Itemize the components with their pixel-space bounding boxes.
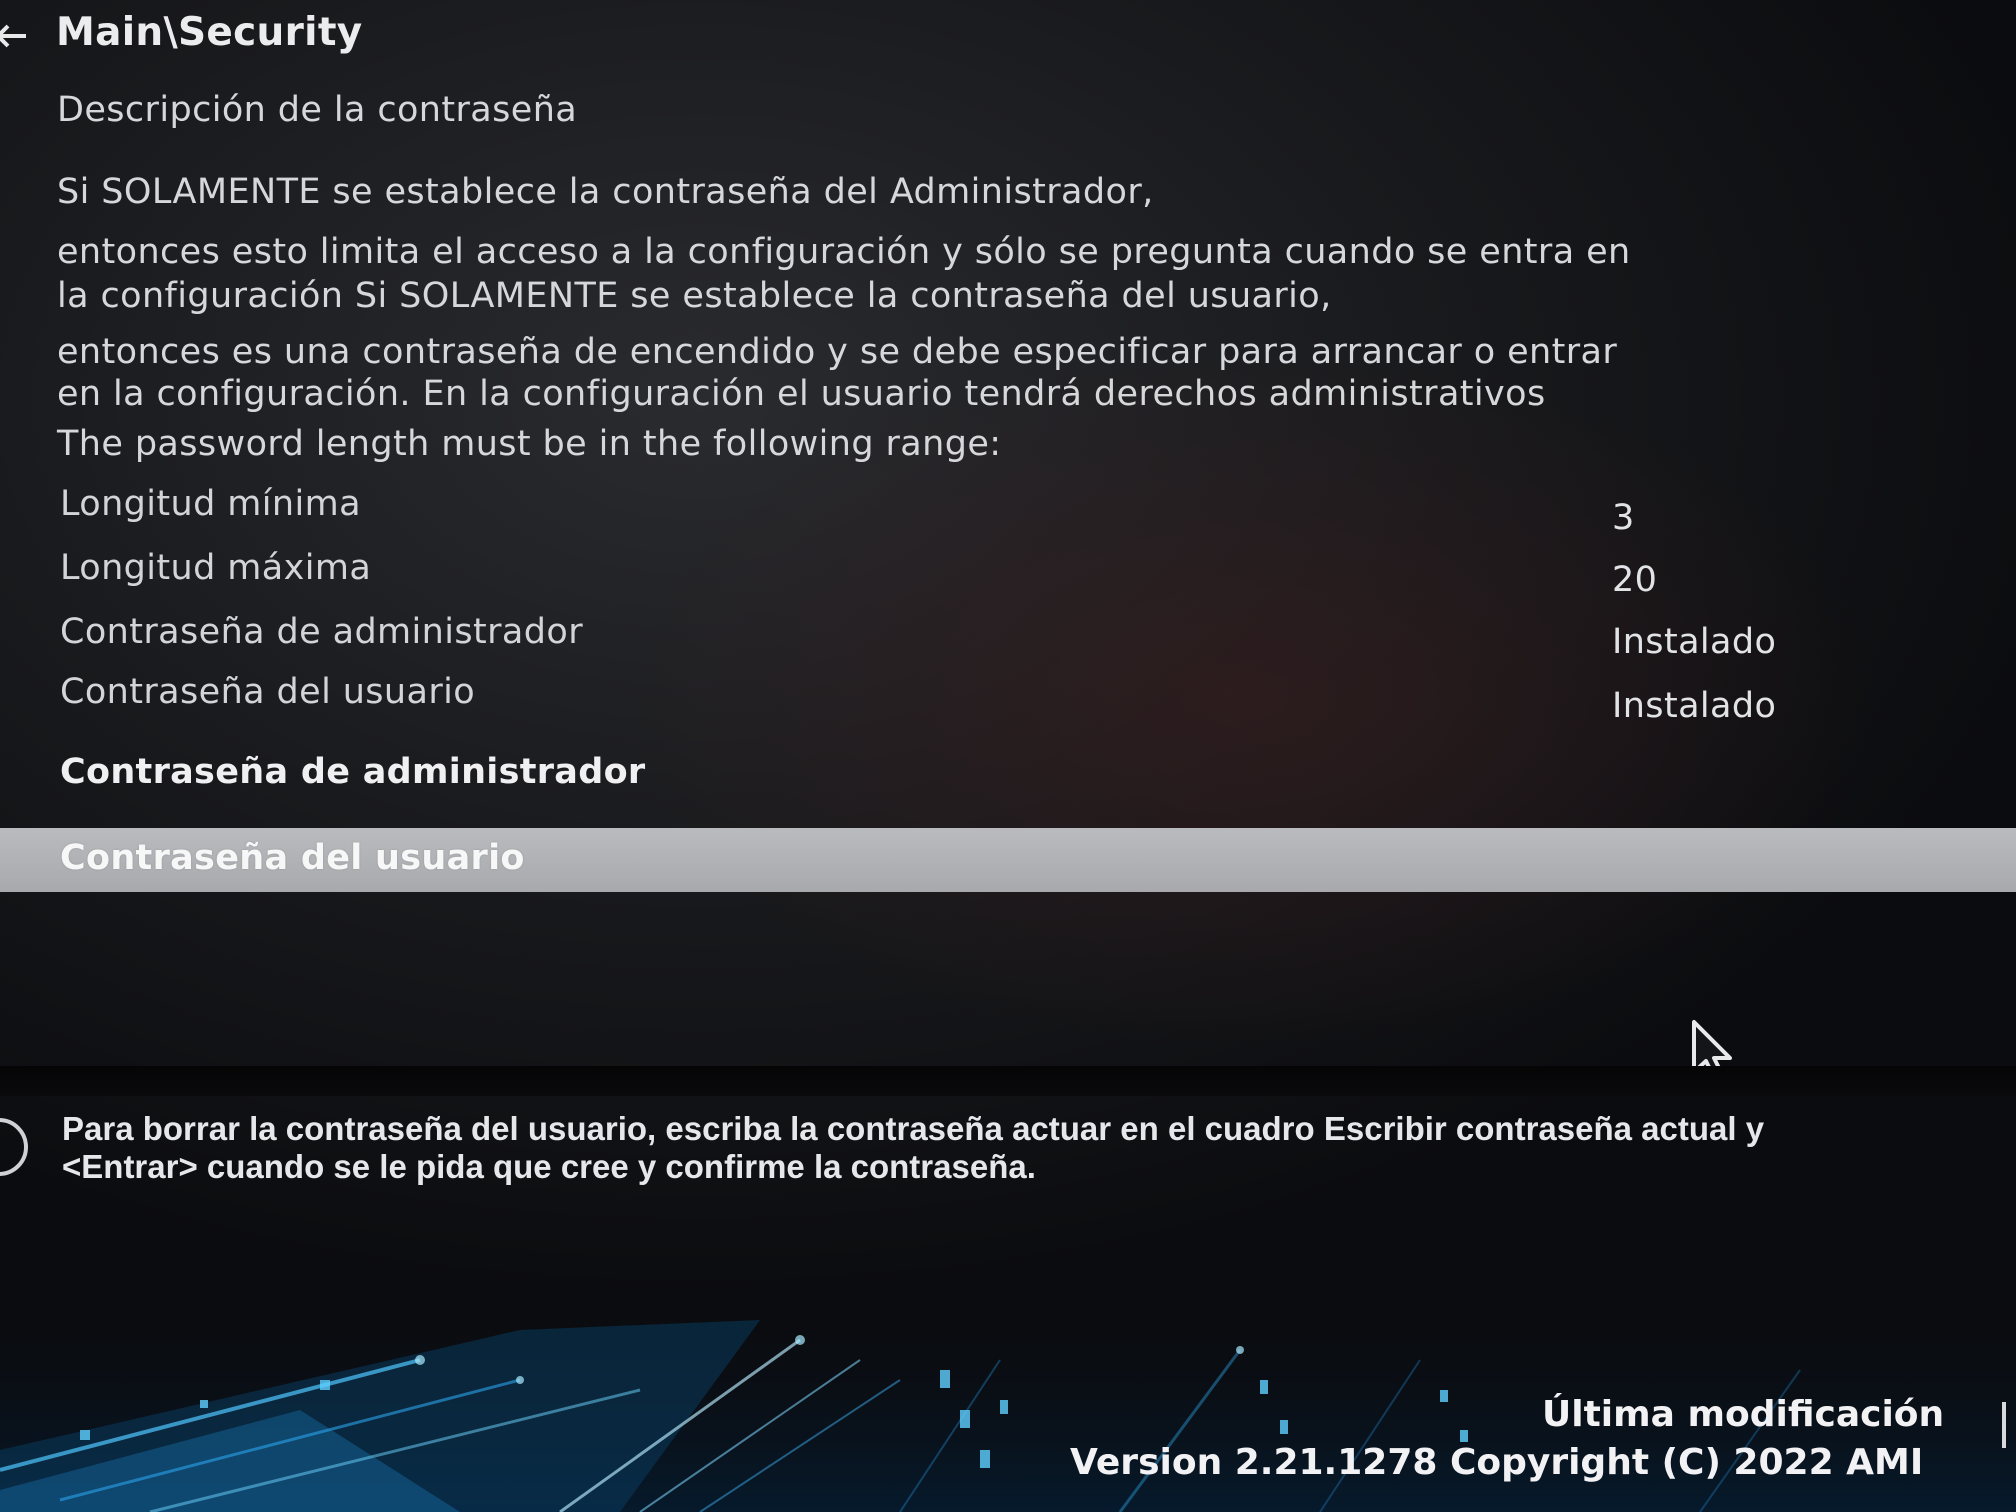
min-length-value: 3 (1612, 498, 1635, 538)
min-length-label: Longitud mínima (60, 484, 361, 524)
help-circle-icon (0, 1118, 28, 1176)
selected-menu-row[interactable]: Contraseña del usuario (0, 828, 2016, 892)
back-arrow-icon[interactable] (0, 18, 30, 54)
description-heading: Descripción de la contraseña (57, 90, 578, 130)
last-modified-label[interactable]: Última modificación (1542, 1394, 1944, 1435)
max-length-label: Longitud máxima (60, 548, 372, 588)
help-text-line: <Entrar> cuando se le pida que cree y co… (62, 1148, 1036, 1185)
help-divider (0, 1066, 2016, 1096)
admin-password-status-label: Contraseña de administrador (60, 612, 583, 652)
admin-password-menu-item[interactable]: Contraseña de administrador (60, 752, 645, 792)
user-password-status-label: Contraseña del usuario (60, 672, 476, 712)
description-line: la configuración Si SOLAMENTE se estable… (57, 276, 1332, 316)
admin-password-status-value: Instalado (1612, 622, 1777, 662)
bios-setup-screen: Main\Security Descripción de la contrase… (0, 0, 2016, 1512)
description-line: Si SOLAMENTE se establece la contraseña … (57, 172, 1154, 212)
version-info: Version 2.21.1278 Copyright (C) 2022 AMI (1070, 1442, 1924, 1483)
description-line: en la configuración. En la configuración… (57, 374, 1546, 414)
description-line: entonces es una contraseña de encendido … (57, 332, 1618, 372)
help-text-line: Para borrar la contraseña del usuario, e… (62, 1110, 1765, 1147)
description-line: entonces esto limita el acceso a la conf… (57, 232, 1631, 272)
max-length-value: 20 (1612, 560, 1658, 600)
breadcrumb: Main\Security (56, 10, 363, 55)
user-password-status-value: Instalado (1612, 686, 1777, 726)
user-password-menu-item[interactable]: Contraseña del usuario (60, 838, 525, 878)
footer-separator (2002, 1402, 2006, 1448)
password-range-note: The password length must be in the follo… (57, 424, 1002, 464)
